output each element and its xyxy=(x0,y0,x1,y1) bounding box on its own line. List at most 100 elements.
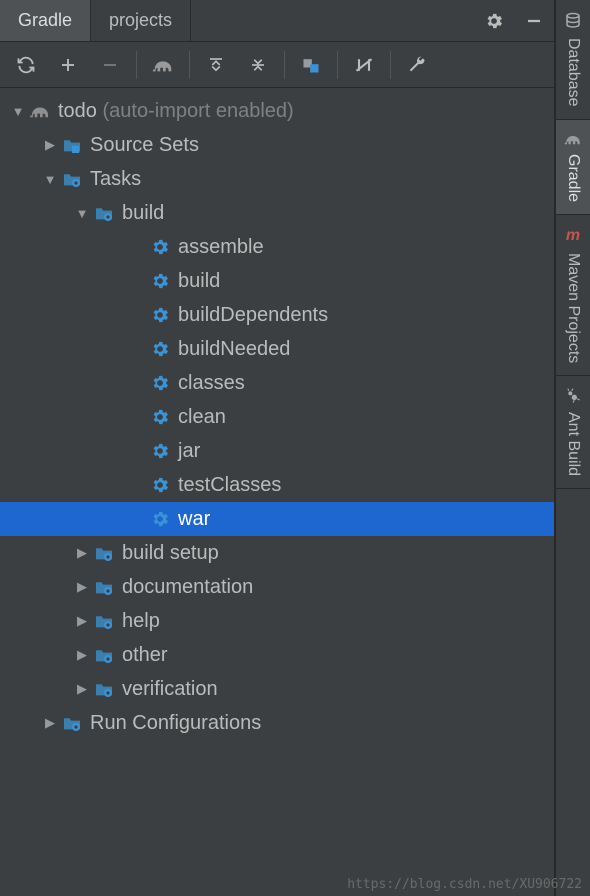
sidebar-tab-label: Database xyxy=(564,38,582,107)
tool-window-tabbar: Gradle projects xyxy=(0,0,554,42)
tree-node-task[interactable]: ▶ assemble xyxy=(0,230,554,264)
gear-icon xyxy=(148,271,172,291)
folder-gear-icon xyxy=(60,715,84,731)
tree-node-label: build xyxy=(178,270,220,293)
sidebar-tab-maven[interactable]: m Maven Projects xyxy=(556,215,590,376)
sidebar-tab-label: Gradle xyxy=(564,154,582,202)
tree-node-verification[interactable]: ▶ verification xyxy=(0,672,554,706)
database-icon xyxy=(564,12,582,30)
ant-icon xyxy=(565,388,581,404)
elephant-icon xyxy=(152,56,174,74)
chevron-right-icon: ▶ xyxy=(40,137,60,153)
skip-tests-icon xyxy=(354,56,374,74)
chevron-right-icon: ▶ xyxy=(72,545,92,561)
tree-node-label: help xyxy=(122,610,160,633)
remove-button[interactable] xyxy=(90,47,130,83)
expand-all-button[interactable] xyxy=(196,47,236,83)
folder-gear-icon xyxy=(92,545,116,561)
elephant-icon xyxy=(564,132,582,146)
gradle-panel: Gradle projects xyxy=(0,0,555,896)
tree-node-task[interactable]: ▶ buildNeeded xyxy=(0,332,554,366)
gear-icon xyxy=(148,339,172,359)
chevron-down-icon: ▼ xyxy=(8,104,28,119)
chevron-right-icon: ▶ xyxy=(72,579,92,595)
tree-node-label: todo (auto-import enabled) xyxy=(58,100,294,123)
sidebar-tab-label: Maven Projects xyxy=(564,253,582,363)
gear-icon xyxy=(148,441,172,461)
tab-projects[interactable]: projects xyxy=(91,0,191,41)
tree-node-label: build xyxy=(122,202,164,225)
tree-node-tasks[interactable]: ▼ Tasks xyxy=(0,162,554,196)
hide-button[interactable] xyxy=(514,0,554,41)
chevron-right-icon: ▶ xyxy=(72,681,92,697)
chevron-down-icon: ▼ xyxy=(72,206,92,221)
offline-mode-icon xyxy=(301,56,321,74)
collapse-all-icon xyxy=(249,56,267,74)
tree-node-task[interactable]: ▶ build xyxy=(0,264,554,298)
refresh-button[interactable] xyxy=(6,47,46,83)
gear-icon xyxy=(484,11,504,31)
tree-node-label: testClasses xyxy=(178,474,281,497)
sidebar-tab-database[interactable]: Database xyxy=(556,0,590,120)
sidebar-tab-label: Ant Build xyxy=(564,412,582,476)
right-sidebar: Database Gradle m Maven Projects Ant Bui… xyxy=(555,0,590,896)
wrench-icon xyxy=(407,55,427,75)
tree-node-task[interactable]: ▶ clean xyxy=(0,400,554,434)
chevron-right-icon: ▶ xyxy=(72,647,92,663)
folder-gear-icon xyxy=(92,647,116,663)
tree-node-root[interactable]: ▼ todo (auto-import enabled) xyxy=(0,94,554,128)
tree-node-help[interactable]: ▶ help xyxy=(0,604,554,638)
watermark: https://blog.csdn.net/XU906722 xyxy=(347,877,582,892)
tree-node-label: buildNeeded xyxy=(178,338,290,361)
plus-icon xyxy=(59,56,77,74)
tab-gradle[interactable]: Gradle xyxy=(0,0,91,41)
refresh-icon xyxy=(16,55,36,75)
tree-node-label: documentation xyxy=(122,576,253,599)
expand-all-icon xyxy=(207,56,225,74)
folder-gear-icon xyxy=(60,171,84,187)
tree-node-task-selected[interactable]: ▶ war xyxy=(0,502,554,536)
folder-gear-icon xyxy=(92,681,116,697)
sidebar-tab-gradle[interactable]: Gradle xyxy=(556,120,590,215)
tree-node-label: Tasks xyxy=(90,168,141,191)
tree-node-task[interactable]: ▶ testClasses xyxy=(0,468,554,502)
gear-icon xyxy=(148,305,172,325)
folder-gear-icon xyxy=(92,205,116,221)
settings-button[interactable] xyxy=(474,0,514,41)
tree-node-label: Source Sets xyxy=(90,134,199,157)
gear-icon xyxy=(148,509,172,529)
gear-icon xyxy=(148,373,172,393)
tree-node-build-group[interactable]: ▼ build xyxy=(0,196,554,230)
tree-node-label: jar xyxy=(178,440,200,463)
add-button[interactable] xyxy=(48,47,88,83)
folder-gear-icon xyxy=(92,613,116,629)
tree-node-other[interactable]: ▶ other xyxy=(0,638,554,672)
gear-icon xyxy=(148,237,172,257)
tree-node-label: verification xyxy=(122,678,218,701)
collapse-all-button[interactable] xyxy=(238,47,278,83)
tree-node-label: other xyxy=(122,644,168,667)
execute-task-button[interactable] xyxy=(143,47,183,83)
tree-node-label: Run Configurations xyxy=(90,712,261,735)
tree-node-label: buildDependents xyxy=(178,304,328,327)
toggle-skip-tests-button[interactable] xyxy=(344,47,384,83)
gradle-toolbar xyxy=(0,42,554,88)
chevron-right-icon: ▶ xyxy=(40,715,60,731)
tree-node-label: classes xyxy=(178,372,245,395)
gradle-tree[interactable]: ▼ todo (auto-import enabled) ▶ Source Se… xyxy=(0,88,554,896)
folder-gear-icon xyxy=(92,579,116,595)
tree-node-task[interactable]: ▶ jar xyxy=(0,434,554,468)
tree-node-run-configs[interactable]: ▶ Run Configurations xyxy=(0,706,554,740)
tree-node-label: assemble xyxy=(178,236,264,259)
tree-node-task[interactable]: ▶ buildDependents xyxy=(0,298,554,332)
tree-node-task[interactable]: ▶ classes xyxy=(0,366,554,400)
gear-icon xyxy=(148,407,172,427)
sidebar-tab-ant[interactable]: Ant Build xyxy=(556,376,590,489)
chevron-right-icon: ▶ xyxy=(72,613,92,629)
gradle-settings-button[interactable] xyxy=(397,47,437,83)
tree-node-build-setup[interactable]: ▶ build setup xyxy=(0,536,554,570)
tree-node-documentation[interactable]: ▶ documentation xyxy=(0,570,554,604)
toggle-offline-button[interactable] xyxy=(291,47,331,83)
gear-icon xyxy=(148,475,172,495)
tree-node-source-sets[interactable]: ▶ Source Sets xyxy=(0,128,554,162)
